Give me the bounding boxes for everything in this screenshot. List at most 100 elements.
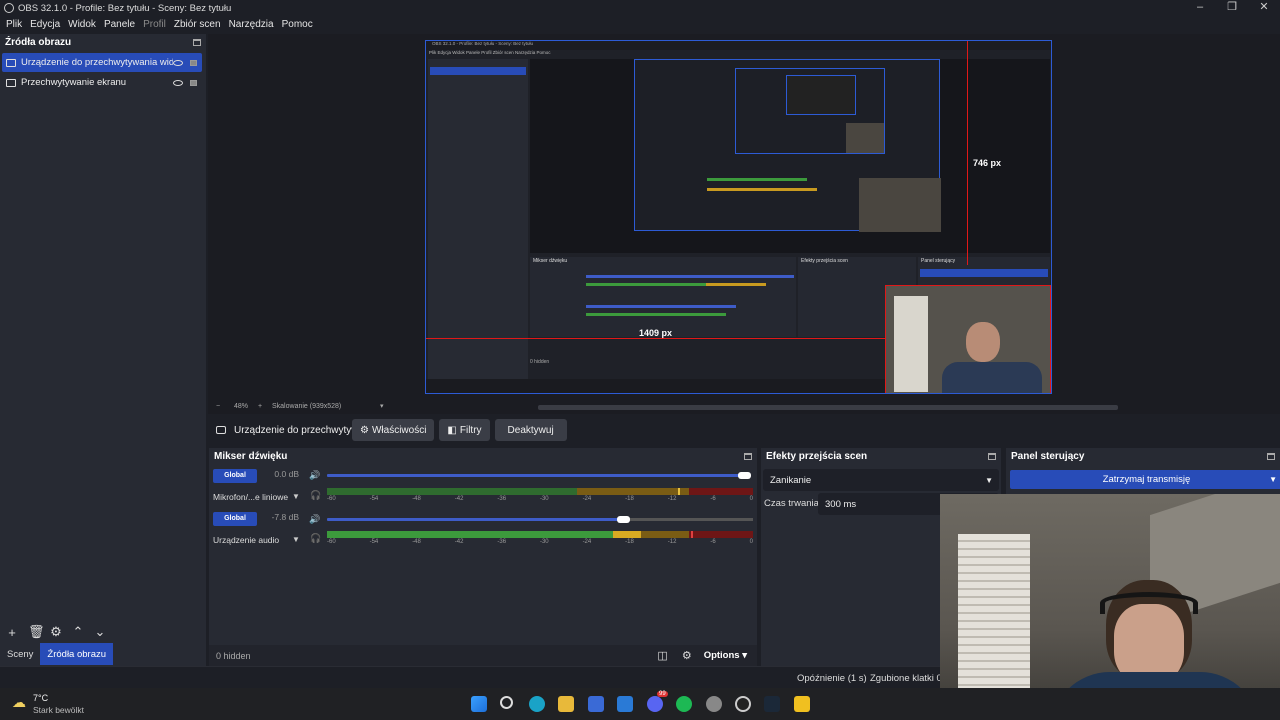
controls-header: Panel sterujący: [1006, 448, 1280, 464]
menu-file[interactable]: Plik: [2, 19, 26, 30]
spotify-icon[interactable]: [676, 696, 692, 712]
stop-streaming-button[interactable]: Zatrzymaj transmisję ▼: [1010, 470, 1280, 489]
zoom-in-button[interactable]: +: [258, 403, 262, 410]
undock-icon[interactable]: [193, 38, 201, 46]
window-blinds: [894, 296, 928, 392]
gear-icon: ⚙: [360, 424, 369, 436]
stream-delay-status: Opóźnienie (1 s): [797, 673, 867, 684]
selected-source-name: Urządzenie do przechwytyv: [234, 424, 352, 436]
store-icon[interactable]: [588, 696, 604, 712]
tab-scenes[interactable]: Sceny: [0, 643, 40, 665]
nested-sources-dock: [428, 59, 528, 379]
undock-icon[interactable]: [744, 452, 752, 460]
obs-icon[interactable]: [735, 696, 751, 712]
dropped-frames-status: Zgubione klatki 0: [870, 673, 942, 684]
nested-title: OBS 32.1.0 - Profile: Bez tytułu - Sceny…: [426, 41, 1051, 50]
windows-taskbar: ☁ 7°C Stark bewölkt 99: [0, 688, 1280, 720]
nested-menu: Plik Edycja Widok Panele Profil Zbiór sc…: [429, 50, 551, 55]
file-explorer-icon[interactable]: [558, 696, 574, 712]
layout-toggle-icon[interactable]: ◫: [657, 649, 667, 662]
transition-select[interactable]: Zanikanie ▼: [763, 469, 999, 491]
source-label: Przechwytywanie ekranu: [21, 77, 127, 88]
windows-start-icon[interactable]: [471, 696, 487, 712]
move-down-button[interactable]: ⌄: [94, 624, 106, 640]
visibility-eye-icon[interactable]: [173, 79, 183, 86]
properties-button[interactable]: ⚙ Właściwości: [352, 419, 435, 441]
app-icon[interactable]: [794, 696, 810, 712]
tab-sources[interactable]: Źródła obrazu: [40, 643, 114, 665]
headphones: [1100, 592, 1198, 614]
person-shirt: [942, 362, 1042, 393]
nested-webcam-2: [859, 178, 941, 232]
add-source-button[interactable]: +: [6, 625, 18, 640]
nested-meter: [706, 283, 766, 286]
meter-red: [689, 488, 753, 495]
volume-slider[interactable]: [327, 518, 623, 521]
volume-slider-handle[interactable]: [617, 516, 630, 523]
minimize-button[interactable]: –: [1184, 0, 1216, 16]
steam-icon[interactable]: [764, 696, 780, 712]
mixer-header: Mikser dźwięku: [209, 448, 757, 464]
meter-green: [327, 488, 577, 495]
channel-db: 0.0 dB: [274, 469, 299, 479]
options-button[interactable]: Options ▾: [704, 650, 747, 661]
scaling-dropdown-icon[interactable]: ▾: [380, 402, 384, 410]
remove-source-button[interactable]: 🗑: [28, 624, 45, 640]
monitor-headphones-icon[interactable]: 🎧: [310, 533, 321, 544]
notification-badge: 99: [657, 691, 668, 697]
mail-icon[interactable]: [617, 696, 633, 712]
lock-icon[interactable]: [190, 59, 197, 66]
peak-marker: [678, 488, 680, 495]
nested-trans-title: Efekty przejścia scen: [801, 258, 848, 264]
filters-button[interactable]: ◧ Filtry: [439, 419, 490, 441]
weather-icon[interactable]: ☁: [12, 694, 26, 711]
channel-menu-arrow-icon[interactable]: ▼: [292, 492, 300, 501]
source-item-screen-capture[interactable]: Przechwytywanie ekranu: [2, 73, 202, 92]
window-title: OBS 32.1.0 - Profile: Bez tytułu - Sceny…: [18, 2, 232, 14]
preview-scrollbar[interactable]: [538, 405, 1118, 410]
menu-view[interactable]: Widok: [64, 19, 100, 30]
controls-title: Panel sterujący: [1011, 450, 1085, 462]
selected-webcam-source[interactable]: [885, 285, 1051, 393]
menu-profile[interactable]: Profil: [139, 19, 170, 30]
volume-slider-handle[interactable]: [738, 472, 751, 479]
webcam-overlay: [940, 494, 1280, 720]
maximize-button[interactable]: ❐: [1216, 0, 1248, 16]
nested-capture-4: [786, 75, 856, 115]
nested-selected-source: [430, 67, 526, 75]
search-icon[interactable]: [500, 696, 513, 709]
volume-slider[interactable]: [327, 474, 743, 477]
speaker-icon[interactable]: 🔊: [309, 514, 320, 525]
menu-docks[interactable]: Panele: [100, 19, 139, 30]
menu-edit[interactable]: Edycja: [26, 19, 64, 30]
meter-red: [689, 531, 753, 538]
edge-icon[interactable]: [529, 696, 545, 712]
undock-icon[interactable]: [1267, 452, 1275, 460]
source-properties-button[interactable]: ⚙: [50, 624, 62, 640]
preview-screen-capture[interactable]: OBS 32.1.0 - Profile: Bez tytułu - Sceny…: [425, 40, 1052, 394]
channel-global-button[interactable]: Global: [213, 469, 257, 483]
mixer-title: Mikser dźwięku: [214, 450, 288, 462]
lock-icon[interactable]: [190, 79, 197, 86]
advanced-audio-icon[interactable]: ⚙: [682, 649, 692, 662]
deactivate-button[interactable]: Deaktywuj: [494, 419, 567, 441]
channel-global-button[interactable]: Global: [213, 512, 257, 526]
monitor-headphones-icon[interactable]: 🎧: [310, 490, 321, 501]
menu-help[interactable]: Pomoc: [278, 19, 317, 30]
chevron-down-icon: ▼: [985, 475, 993, 485]
scaling-label[interactable]: Skalowanie (939x528): [272, 403, 341, 410]
peak-marker: [691, 531, 693, 538]
zoom-out-button[interactable]: −: [216, 403, 220, 410]
undock-icon[interactable]: [988, 452, 996, 460]
move-up-button[interactable]: ⌃: [72, 624, 84, 640]
menu-tools[interactable]: Narzędzia: [225, 19, 278, 30]
source-item-video-capture[interactable]: Urządzenie do przechwytywania wid: [2, 53, 202, 72]
meter-ticks: -60 -54 -48 -42 -36 -30 -24 -18 -12 -6 0: [327, 539, 753, 545]
visibility-eye-icon[interactable]: [173, 59, 183, 66]
menu-scene-collection[interactable]: Zbiór scen: [170, 19, 225, 30]
close-button[interactable]: ✕: [1248, 0, 1280, 16]
channel-menu-arrow-icon[interactable]: ▼: [292, 535, 300, 544]
speaker-icon[interactable]: 🔊: [309, 470, 320, 481]
settings-icon[interactable]: [706, 696, 722, 712]
discord-icon[interactable]: [647, 696, 663, 712]
